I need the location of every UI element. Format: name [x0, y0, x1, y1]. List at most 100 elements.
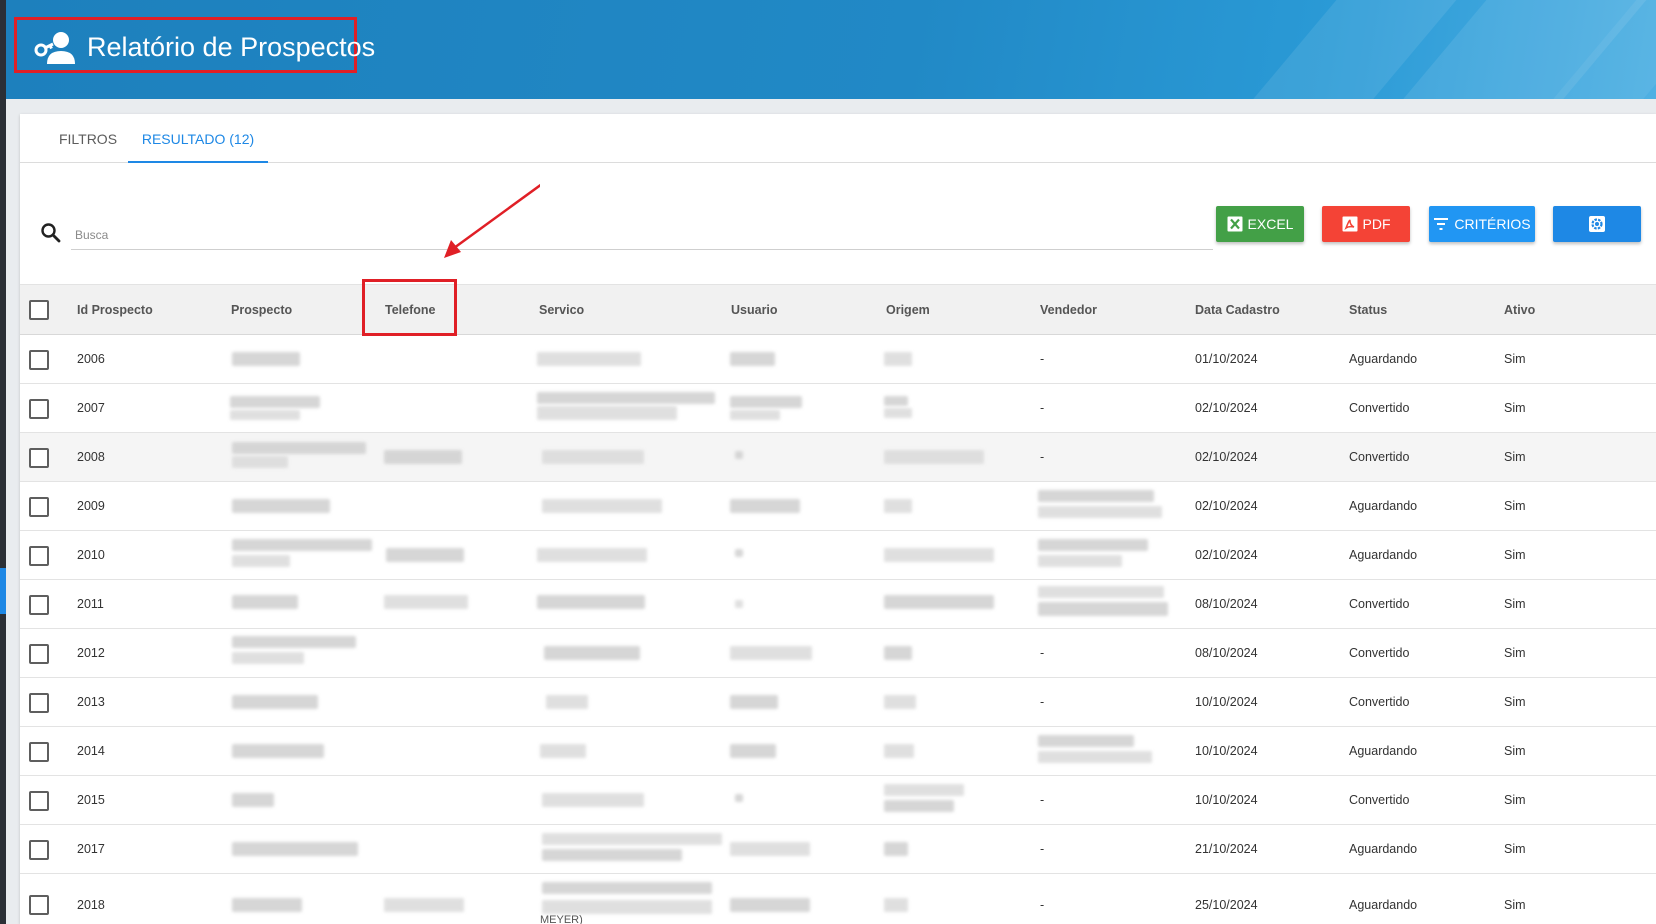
redacted-cell-content: [730, 695, 778, 709]
cell-ativo: Sim: [1504, 645, 1526, 660]
select-all-checkbox[interactable]: [29, 300, 49, 320]
report-card: FILTROS RESULTADO (12) EXCEL PDF CRITÉRI…: [20, 114, 1656, 924]
redacted-cell-content: [1038, 490, 1154, 502]
cell-ativo: Sim: [1504, 449, 1526, 464]
redacted-cell-content: [232, 539, 372, 551]
row-checkbox[interactable]: [29, 545, 49, 566]
redacted-cell-content: [537, 406, 677, 420]
title-annotation-box: Relatório de Prospectos: [14, 17, 375, 73]
pdf-icon: [1342, 216, 1357, 232]
redacted-cell-content: [232, 744, 324, 758]
row-checkbox[interactable]: [29, 839, 49, 860]
table-row[interactable]: 2015 - 10/10/2024 Convertido Sim: [20, 776, 1656, 825]
table-row[interactable]: 2010 02/10/2024 Aguardando Sim: [20, 531, 1656, 580]
cell-data-cadastro: 02/10/2024: [1195, 547, 1258, 562]
redacted-cell-content: [232, 555, 290, 567]
cell-vendedor: -: [1040, 694, 1045, 709]
cell-id: 2011: [77, 596, 104, 611]
cell-vendedor: -: [1040, 400, 1045, 415]
table-row[interactable]: 2013 - 10/10/2024 Convertido Sim: [20, 678, 1656, 727]
redacted-cell-content: [542, 882, 712, 894]
row-checkbox[interactable]: [29, 692, 49, 713]
column-header-status[interactable]: Status: [1349, 285, 1387, 336]
search-input[interactable]: [71, 220, 1213, 250]
cell-id: 2007: [77, 400, 105, 415]
redacted-cell-content: [232, 442, 366, 454]
cell-ativo: Sim: [1504, 792, 1526, 807]
pdf-export-button[interactable]: PDF: [1322, 206, 1410, 242]
cell-data-cadastro: 08/10/2024: [1195, 596, 1258, 611]
redacted-cell-content: [1038, 735, 1134, 747]
redacted-cell-content: [884, 396, 908, 406]
redacted-cell-content: [384, 450, 462, 464]
redacted-cell-content: [730, 410, 780, 420]
redacted-cell-content: [542, 450, 644, 464]
cell-vendedor: -: [1040, 841, 1045, 856]
column-header-vendedor[interactable]: Vendedor: [1040, 285, 1097, 336]
left-sidebar-strip: [0, 0, 6, 924]
cell-id: 2018: [77, 898, 105, 912]
row-checkbox[interactable]: [29, 741, 49, 762]
row-checkbox[interactable]: [29, 895, 49, 915]
redacted-cell-content: [884, 408, 912, 418]
table-row[interactable]: 2006 - 01/10/2024 Aguardando Sim: [20, 335, 1656, 384]
redacted-cell-content: [1038, 539, 1148, 551]
redacted-cell-content: [1038, 555, 1122, 567]
column-header-id[interactable]: Id Prospecto: [77, 285, 153, 336]
column-header-data-cadastro[interactable]: Data Cadastro: [1195, 285, 1280, 336]
cell-status: Convertido: [1349, 645, 1410, 660]
settings-button[interactable]: [1553, 206, 1641, 242]
cell-data-cadastro: 25/10/2024: [1195, 898, 1258, 912]
cell-vendedor: -: [1040, 449, 1045, 464]
redacted-cell-content: [537, 392, 715, 404]
table-row[interactable]: 2009 02/10/2024 Aguardando Sim: [20, 482, 1656, 531]
row-checkbox[interactable]: [29, 349, 49, 370]
row-checkbox[interactable]: [29, 643, 49, 664]
row-checkbox[interactable]: [29, 447, 49, 468]
cell-data-cadastro: 10/10/2024: [1195, 694, 1258, 709]
redacted-cell-content: [884, 646, 912, 660]
cell-data-cadastro: 10/10/2024: [1195, 743, 1258, 758]
column-header-origem[interactable]: Origem: [886, 285, 930, 336]
redacted-cell-content: [537, 595, 645, 609]
cell-vendedor: -: [1040, 898, 1045, 912]
table-row[interactable]: 2012 - 08/10/2024 Convertido Sim: [20, 629, 1656, 678]
table-row[interactable]: 2007 - 02/10/2024 Convertido Sim: [20, 384, 1656, 433]
column-header-servico[interactable]: Servico: [539, 285, 584, 336]
column-header-usuario[interactable]: Usuario: [731, 285, 778, 336]
cell-status: Aguardando: [1349, 743, 1418, 758]
cell-vendedor: -: [1040, 645, 1045, 660]
redacted-cell-content: [730, 842, 810, 856]
column-header-ativo[interactable]: Ativo: [1504, 285, 1535, 336]
cell-status: Aguardando: [1349, 898, 1418, 912]
tab-resultado[interactable]: RESULTADO (12): [128, 114, 268, 163]
excel-export-button[interactable]: EXCEL: [1216, 206, 1304, 242]
redacted-cell-content: [1038, 602, 1168, 616]
redacted-cell-content: [386, 548, 464, 562]
cell-data-cadastro: 02/10/2024: [1195, 498, 1258, 513]
row-checkbox[interactable]: [29, 594, 49, 615]
criteria-button[interactable]: CRITÉRIOS: [1429, 206, 1535, 242]
redacted-cell-content: [884, 800, 954, 812]
row-checkbox[interactable]: [29, 398, 49, 419]
column-header-prospecto[interactable]: Prospecto: [231, 285, 292, 336]
redacted-cell-content: [232, 595, 298, 609]
table-row[interactable]: 2014 10/10/2024 Aguardando Sim: [20, 727, 1656, 776]
redacted-cell-content: [1038, 751, 1152, 763]
table-row[interactable]: 2017 - 21/10/2024 Aguardando Sim: [20, 825, 1656, 874]
redacted-cell-content: [232, 636, 356, 648]
redacted-cell-content: [884, 450, 984, 464]
redacted-cell-content: [884, 352, 912, 366]
redacted-cell-content: [730, 396, 802, 408]
redacted-cell-content: [542, 900, 712, 914]
redacted-cell-content: [730, 744, 776, 758]
table-row[interactable]: 2011 08/10/2024 Convertido Sim: [20, 580, 1656, 629]
redacted-cell-content: [384, 898, 464, 912]
excel-button-label: EXCEL: [1247, 216, 1294, 232]
row-checkbox[interactable]: [29, 790, 49, 811]
row-checkbox[interactable]: [29, 496, 49, 517]
table-row[interactable]: 2018 - 25/10/2024 Aguardando Sim: [20, 874, 1656, 924]
cell-status: Convertido: [1349, 694, 1410, 709]
table-row[interactable]: 2008 - 02/10/2024 Convertido Sim: [20, 433, 1656, 482]
cell-ativo: Sim: [1504, 898, 1526, 912]
